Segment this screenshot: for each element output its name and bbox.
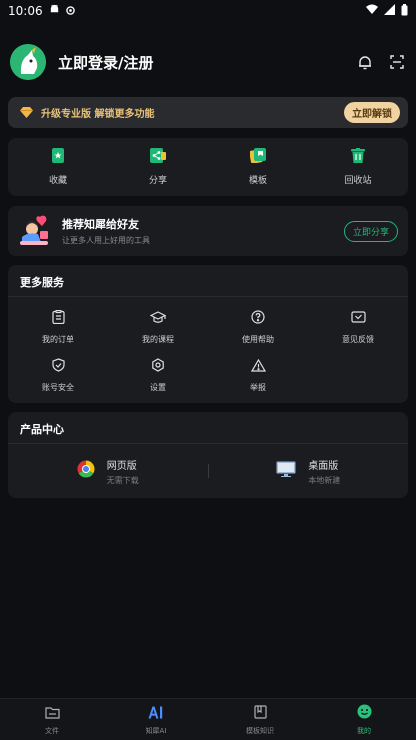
heart-illustration: [18, 215, 52, 247]
service-my-orders[interactable]: 我的订单: [8, 303, 108, 351]
quick-actions: 收藏 分享 模板 回收站: [8, 138, 408, 196]
feedback-icon: [350, 309, 366, 328]
profile-header: 立即登录/注册: [10, 40, 406, 84]
product-title: 网页版: [106, 460, 137, 472]
scan-icon[interactable]: [388, 53, 406, 71]
product-center-section: 产品中心 网页版 无需下载 桌面版 本地新建: [8, 412, 408, 498]
signal-icon: [384, 4, 395, 18]
login-register-link[interactable]: 立即登录/注册: [58, 52, 153, 73]
service-label: 账号安全: [42, 383, 74, 392]
quick-action-recycle-bin[interactable]: 回收站: [308, 138, 408, 196]
folder-icon: [44, 704, 60, 723]
nav-ai[interactable]: 知犀AI: [104, 699, 208, 740]
status-time: 10:06: [8, 4, 43, 18]
bell-icon[interactable]: [356, 53, 374, 71]
book-icon: [253, 704, 267, 723]
section-title: 产品中心: [20, 423, 64, 436]
nav-label: 模板知识: [246, 726, 274, 735]
recommend-subtitle: 让更多人用上好用的工具: [62, 236, 150, 245]
more-services-section: 更多服务 我的订单 我的课程 使用帮助 意见反馈 账号安全 设置 举报: [8, 265, 408, 403]
service-help[interactable]: 使用帮助: [208, 303, 308, 351]
chrome-icon: [77, 460, 95, 482]
upgrade-banner[interactable]: 升级专业版 解锁更多功能 立即解锁: [8, 97, 408, 128]
avatar[interactable]: [10, 44, 46, 80]
share-icon: [150, 148, 166, 167]
product-web-version[interactable]: 网页版 无需下载: [8, 457, 208, 486]
product-subtitle: 本地新建: [308, 475, 341, 485]
quick-action-label: 模板: [248, 176, 267, 186]
report-icon: [250, 357, 266, 376]
smile-icon: [357, 704, 372, 723]
bottom-navigation: 文件 知犀AI 模板知识 我的: [0, 698, 416, 740]
nav-label: 知犀AI: [145, 726, 167, 735]
service-label: 我的课程: [142, 335, 174, 344]
quick-action-favorites[interactable]: 收藏: [8, 138, 108, 196]
notification-dot-icon: [65, 4, 75, 18]
share-now-button[interactable]: 立即分享: [343, 220, 398, 242]
shield-icon: [51, 357, 65, 376]
ai-icon: [148, 704, 164, 723]
status-bar: 10:06: [0, 0, 416, 22]
bookmark-icon: [51, 148, 65, 167]
service-my-courses[interactable]: 我的课程: [108, 303, 208, 351]
recommend-friend-card[interactable]: 推荐知犀给好友 让更多人用上好用的工具 立即分享: [8, 206, 408, 256]
service-label: 使用帮助: [242, 335, 274, 344]
section-title: 更多服务: [20, 276, 64, 289]
product-desktop-version[interactable]: 桌面版 本地新建: [209, 457, 409, 486]
quick-action-label: 分享: [148, 176, 167, 186]
service-label: 设置: [150, 383, 166, 392]
quick-action-templates[interactable]: 模板: [208, 138, 308, 196]
wifi-icon: [366, 4, 378, 18]
trash-icon: [351, 148, 365, 167]
quick-action-label: 回收站: [344, 176, 372, 186]
recommend-title: 推荐知犀给好友: [62, 218, 139, 231]
order-icon: [51, 309, 65, 328]
quick-action-label: 收藏: [48, 176, 67, 186]
nav-files[interactable]: 文件: [0, 699, 104, 740]
unlock-button[interactable]: 立即解锁: [344, 102, 400, 123]
service-report[interactable]: 举报: [208, 351, 308, 399]
product-title: 桌面版: [308, 460, 339, 472]
template-icon: [249, 148, 266, 167]
product-subtitle: 无需下载: [106, 475, 139, 485]
desktop-icon: [276, 461, 296, 481]
android-icon: [49, 4, 60, 18]
service-label: 我的订单: [42, 335, 74, 344]
diamond-icon: [20, 103, 33, 122]
help-icon: [251, 309, 265, 328]
nav-label: 文件: [45, 726, 59, 735]
service-label: 举报: [250, 383, 266, 392]
battery-icon: [401, 3, 408, 19]
service-account-security[interactable]: 账号安全: [8, 351, 108, 399]
nav-template-knowledge[interactable]: 模板知识: [208, 699, 312, 740]
service-feedback[interactable]: 意见反馈: [308, 303, 408, 351]
upgrade-text: 升级专业版 解锁更多功能: [41, 109, 155, 120]
settings-icon: [151, 357, 165, 376]
course-icon: [149, 309, 167, 328]
service-settings[interactable]: 设置: [108, 351, 208, 399]
nav-label: 我的: [357, 726, 371, 735]
nav-mine[interactable]: 我的: [312, 699, 416, 740]
quick-action-share[interactable]: 分享: [108, 138, 208, 196]
service-label: 意见反馈: [342, 335, 374, 344]
